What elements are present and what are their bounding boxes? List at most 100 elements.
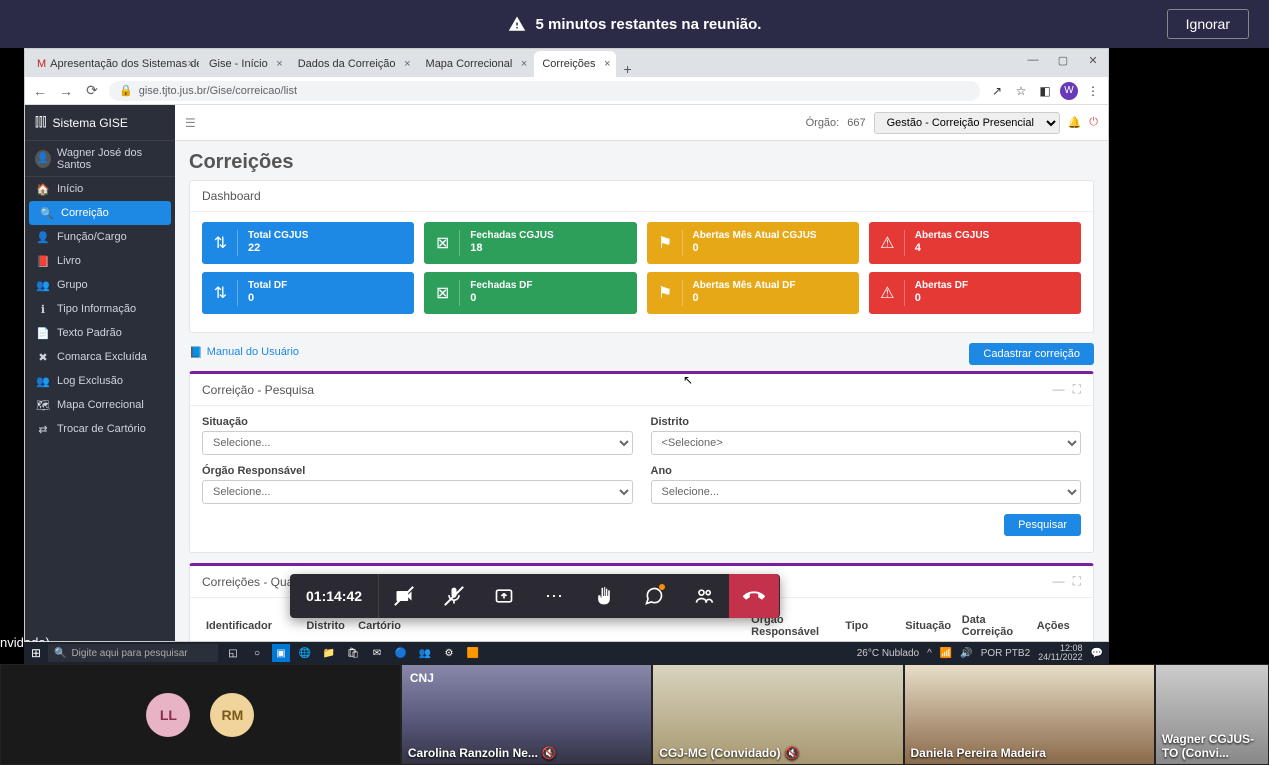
ano-select[interactable]: Selecione...	[651, 480, 1082, 504]
weather[interactable]: 26°C Nublado	[857, 648, 919, 659]
url-text: gise.tjto.jus.br/Gise/correicao/list	[139, 85, 297, 97]
sidebar-user[interactable]: 👤 Wagner José dos Santos	[25, 141, 175, 177]
start-button[interactable]: ⊞	[24, 646, 48, 660]
card-icon: ⊠	[434, 280, 460, 306]
sidebar-item[interactable]: 🗺Mapa Correcional	[25, 393, 175, 417]
dashboard-card[interactable]: ⚠Abertas DF0	[869, 272, 1081, 314]
sidebar-label: Grupo	[57, 279, 88, 291]
sidebar-icon: 🏠	[37, 183, 49, 196]
expand-icon[interactable]: ⛶	[1073, 382, 1081, 397]
participant-name: Daniela Pereira Madeira	[911, 746, 1046, 760]
dashboard-card[interactable]: ⚑Abertas Mês Atual DF0	[647, 272, 859, 314]
close-icon[interactable]: ×	[188, 58, 194, 70]
video-tile[interactable]: Wagner CGJUS-TO (Convi...	[1155, 664, 1269, 765]
mail-icon[interactable]: ✉	[368, 644, 386, 662]
ignore-button[interactable]: Ignorar	[1167, 9, 1249, 39]
dashboard-card[interactable]: ⚠Abertas CGJUS4	[869, 222, 1081, 264]
taskbar-search[interactable]: 🔍 Digite aqui para pesquisar	[48, 644, 218, 662]
manual-link[interactable]: 📘 Manual do Usuário	[189, 346, 299, 359]
tab-0[interactable]: MApresentação dos Sistemas de I×	[29, 51, 199, 77]
share-button[interactable]	[479, 574, 529, 618]
tab-3[interactable]: Mapa Correcional×	[418, 51, 533, 77]
clock[interactable]: 12:08 24/11/2022	[1038, 644, 1082, 662]
distrito-select[interactable]: <Selecione>	[651, 431, 1082, 455]
tray-up-icon[interactable]: ^	[927, 648, 932, 659]
pesquisar-button[interactable]: Pesquisar	[1004, 514, 1081, 536]
cortana-icon[interactable]: ○	[248, 644, 266, 662]
sidebar-item[interactable]: 📕Livro	[25, 249, 175, 273]
chrome-icon[interactable]: 🔵	[392, 644, 410, 662]
share-icon[interactable]: ↗	[988, 82, 1006, 100]
people-button[interactable]	[679, 574, 729, 618]
leave-button[interactable]	[729, 574, 779, 618]
lang[interactable]: POR PTB2	[981, 648, 1030, 659]
explorer-icon[interactable]: 📁	[320, 644, 338, 662]
chat-button[interactable]	[629, 574, 679, 618]
dashboard-card[interactable]: ⇅Total CGJUS22	[202, 222, 414, 264]
reload-icon[interactable]: ⟳	[83, 82, 101, 99]
cadastrar-button[interactable]: Cadastrar correição	[969, 343, 1094, 365]
sidebar-item[interactable]: 👥 Grupo	[25, 273, 175, 297]
star-icon[interactable]: ☆	[1012, 82, 1030, 100]
forward-icon[interactable]: →	[57, 83, 75, 99]
hamburger-icon[interactable]: ☰	[185, 116, 196, 130]
orgao-select[interactable]: Selecione...	[202, 480, 633, 504]
video-tile[interactable]: CNJ Carolina Ranzolin Ne... 🔇	[401, 664, 652, 765]
close-icon[interactable]: ×	[521, 58, 527, 70]
dashboard-card[interactable]: ⊠Fechadas DF0	[424, 272, 636, 314]
gestao-dropdown[interactable]: Gestão - Correição Presencial	[874, 112, 1060, 134]
settings-icon[interactable]: ⚙	[440, 644, 458, 662]
profile-avatar[interactable]: W	[1060, 82, 1078, 100]
collapse-icon[interactable]: —	[1053, 574, 1065, 589]
video-tile[interactable]: CGJ-MG (Convidado) 🔇	[652, 664, 903, 765]
maximize-icon[interactable]: ▢	[1048, 49, 1078, 71]
camera-button[interactable]	[379, 574, 429, 618]
dashboard-card[interactable]: ⊠Fechadas CGJUS18	[424, 222, 636, 264]
app-icon[interactable]: ▣	[272, 644, 290, 662]
sidebar-item[interactable]: ⇄Trocar de Cartório	[25, 417, 175, 441]
close-icon[interactable]: ×	[404, 58, 410, 70]
more-button[interactable]: ⋯	[529, 574, 579, 618]
minimize-icon[interactable]: —	[1018, 49, 1048, 71]
edge-icon[interactable]: 🌐	[296, 644, 314, 662]
situacao-select[interactable]: Selecione...	[202, 431, 633, 455]
taskview-icon[interactable]: ◱	[224, 644, 242, 662]
sidebar-item[interactable]: 👥Log Exclusão	[25, 369, 175, 393]
sidebar-item[interactable]: 🏠Início	[25, 177, 175, 201]
close-icon[interactable]: ×	[604, 58, 610, 70]
menu-icon[interactable]: ⋮	[1084, 82, 1102, 100]
collapse-icon[interactable]: —	[1053, 382, 1065, 397]
back-icon[interactable]: ←	[31, 83, 49, 99]
tab-2[interactable]: Dados da Correição×	[290, 51, 416, 77]
dashboard-card[interactable]: ⚑Abertas Mês Atual CGJUS0	[647, 222, 859, 264]
dashboard-card[interactable]: ⇅Total DF0	[202, 272, 414, 314]
network-icon[interactable]: 📶	[940, 648, 952, 659]
sidebar-item[interactable]: 📄Texto Padrão	[25, 321, 175, 345]
sidebar-item[interactable]: 👤Função/Cargo	[25, 225, 175, 249]
teams-icon[interactable]: 👥	[416, 644, 434, 662]
mic-button[interactable]	[429, 574, 479, 618]
app-icon[interactable]: 🟧	[464, 644, 482, 662]
close-window-icon[interactable]: ✕	[1078, 49, 1108, 71]
close-icon[interactable]: ×	[276, 58, 282, 70]
volume-icon[interactable]: 🔊	[960, 648, 972, 659]
card-value: 4	[915, 242, 989, 255]
sidebar-item[interactable]: ℹTipo Informação	[25, 297, 175, 321]
sidebar-item[interactable]: ✖Comarca Excluída	[25, 345, 175, 369]
bell-icon[interactable]: 🔔	[1068, 116, 1082, 129]
new-tab-button[interactable]: +	[618, 61, 638, 77]
ext-icon[interactable]: ◧	[1036, 82, 1054, 100]
store-icon[interactable]: 🛍	[344, 644, 362, 662]
expand-icon[interactable]: ⛶	[1073, 574, 1081, 589]
video-tile[interactable]: Daniela Pereira Madeira	[904, 664, 1155, 765]
raise-hand-button[interactable]	[579, 574, 629, 618]
notifications-icon[interactable]: 💬	[1091, 648, 1103, 659]
tab-1[interactable]: Gise - Início×	[201, 51, 288, 77]
video-tile-avatars[interactable]: LL RM	[0, 664, 401, 765]
sidebar-label: Função/Cargo	[57, 231, 127, 243]
tab-4-active[interactable]: Correições×	[534, 51, 615, 77]
sidebar-item[interactable]: 🔍Correição	[29, 201, 171, 225]
address-bar[interactable]: 🔒 gise.tjto.jus.br/Gise/correicao/list	[109, 81, 980, 101]
power-icon[interactable]: ⏻	[1089, 116, 1098, 129]
sidebar-icon: 👥	[37, 279, 49, 292]
